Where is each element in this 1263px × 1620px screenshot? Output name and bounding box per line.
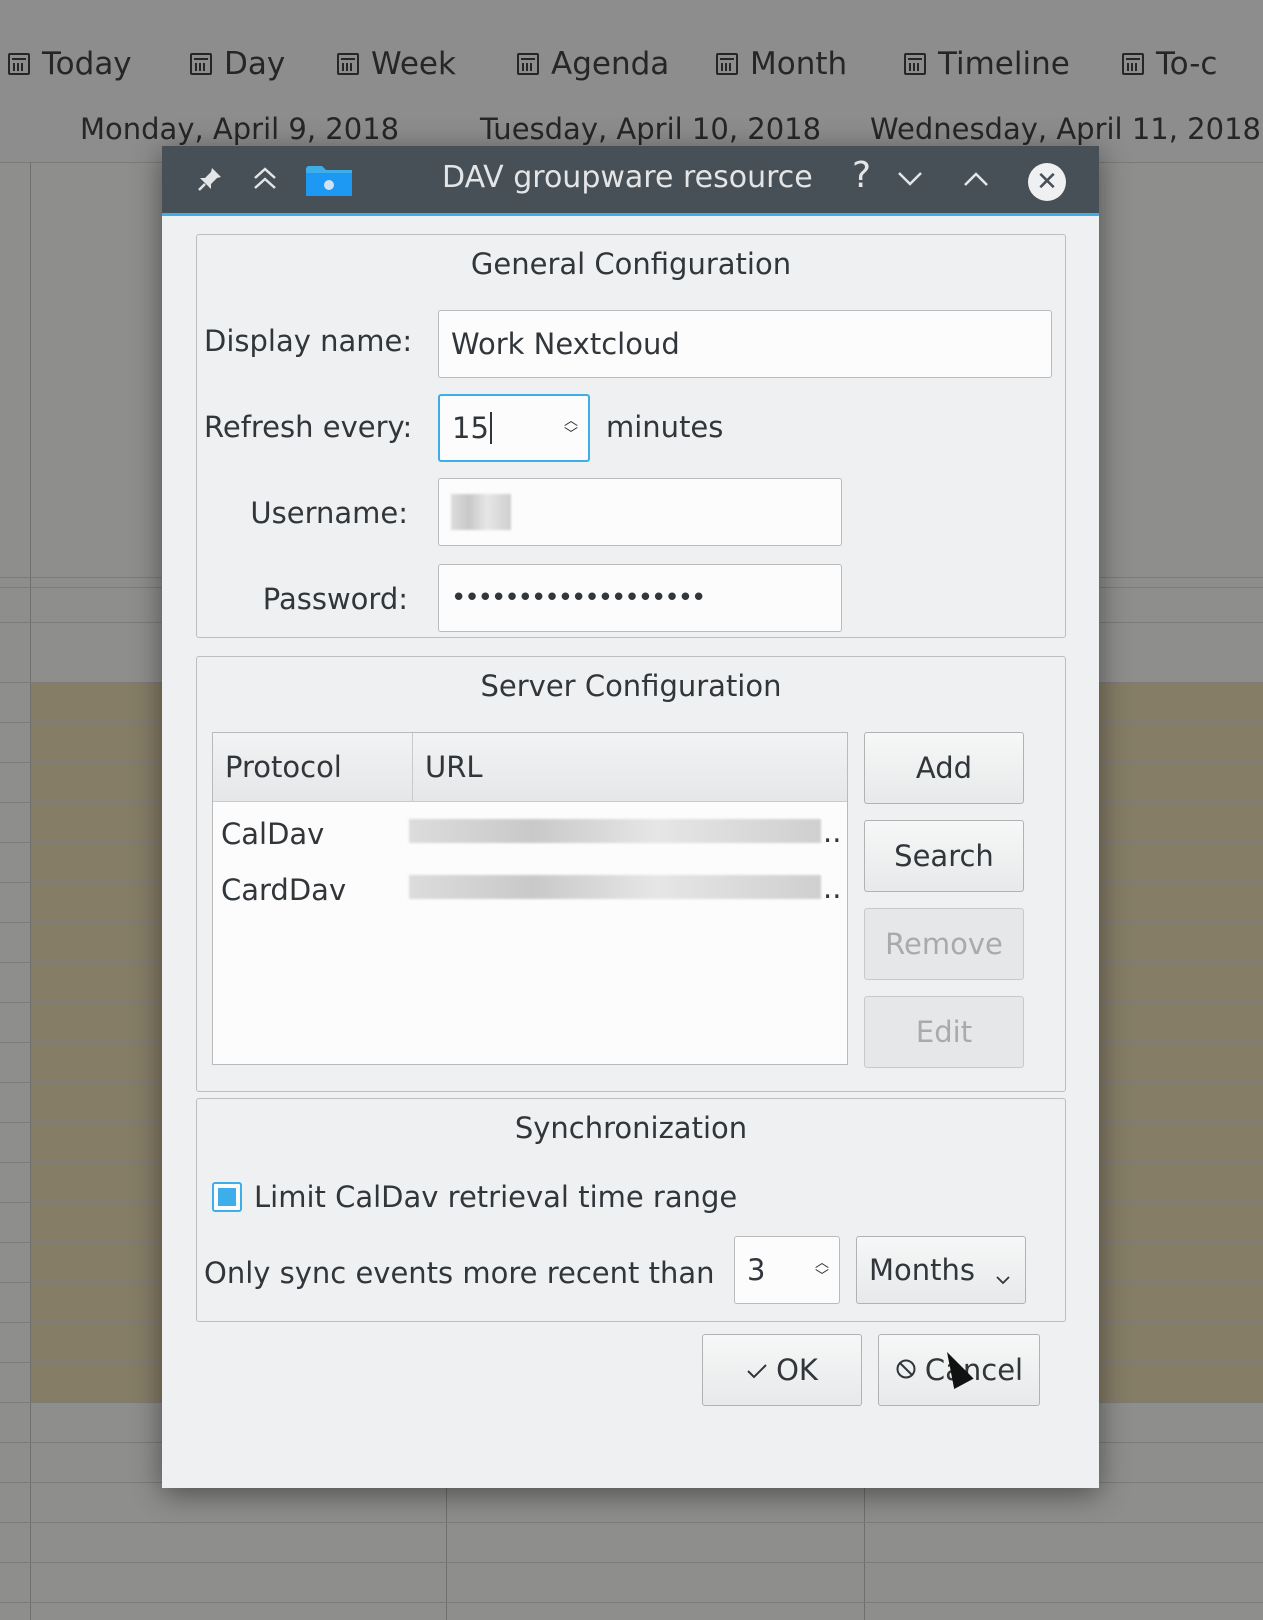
help-icon[interactable]: ? bbox=[852, 158, 871, 194]
password-input[interactable]: ••••••••••••••••••• bbox=[438, 564, 842, 632]
grid-divider bbox=[0, 1522, 1263, 1523]
username-input[interactable] bbox=[438, 478, 842, 546]
grid-divider bbox=[0, 1602, 1263, 1603]
checkmark-icon bbox=[746, 1353, 768, 1387]
calendar-today-icon bbox=[8, 53, 30, 75]
protocol-cell: CardDav bbox=[221, 873, 347, 907]
date-column-header: Tuesday, April 10, 2018 bbox=[480, 112, 822, 146]
spin-arrows-icon[interactable]: ︿ ﹀ bbox=[815, 1256, 829, 1284]
minimize-icon[interactable] bbox=[896, 168, 924, 195]
timeline-icon bbox=[904, 53, 926, 75]
pin-icon[interactable] bbox=[197, 166, 223, 197]
url-ellipsis: .. bbox=[823, 871, 842, 905]
grid-divider bbox=[0, 1562, 1263, 1563]
server-table[interactable]: Protocol URL CalDav .. CardDav .. bbox=[212, 732, 848, 1065]
remove-button[interactable]: Remove bbox=[864, 908, 1024, 980]
redacted-username bbox=[451, 494, 511, 530]
sync-range-spinbox[interactable]: 3 ︿ ﹀ bbox=[734, 1236, 840, 1304]
redacted-url bbox=[409, 819, 821, 843]
refresh-label: Refresh every: bbox=[204, 410, 413, 444]
dav-resource-dialog: DAV groupware resource ? ✕ General Confi… bbox=[162, 146, 1099, 1488]
username-label: Username: bbox=[250, 496, 408, 530]
dialog-titlebar[interactable]: DAV groupware resource ? ✕ bbox=[162, 146, 1099, 216]
password-label: Password: bbox=[262, 582, 408, 616]
display-name-input[interactable]: Work Nextcloud bbox=[438, 310, 1052, 378]
calendar-toolbar: Today Day Week Agenda Month Timeline To-… bbox=[0, 0, 1263, 110]
today-button[interactable]: Today bbox=[8, 46, 132, 82]
timeline-view-button[interactable]: Timeline bbox=[904, 46, 1070, 82]
display-name-label: Display name: bbox=[204, 324, 413, 358]
ok-button[interactable]: OK bbox=[702, 1334, 862, 1406]
search-button[interactable]: Search bbox=[864, 820, 1024, 892]
day-view-button[interactable]: Day bbox=[190, 46, 285, 82]
column-header-protocol[interactable]: Protocol bbox=[213, 733, 413, 801]
chevron-down-icon bbox=[995, 1259, 1011, 1293]
todo-view-button[interactable]: To-c bbox=[1122, 46, 1217, 82]
calendar-month-icon bbox=[716, 53, 738, 75]
date-column-header: Wednesday, April 11, 2018 bbox=[870, 112, 1261, 146]
group-title: Synchronization bbox=[514, 1111, 748, 1145]
add-button[interactable]: Add bbox=[864, 732, 1024, 804]
protocol-cell: CalDav bbox=[221, 817, 325, 851]
calendar-day-icon bbox=[190, 53, 212, 75]
group-title: Server Configuration bbox=[480, 669, 782, 703]
agenda-view-button[interactable]: Agenda bbox=[517, 46, 669, 82]
dialog-title: DAV groupware resource bbox=[442, 160, 813, 195]
calendar-week-icon bbox=[337, 53, 359, 75]
edit-button[interactable]: Edit bbox=[864, 996, 1024, 1068]
date-column-header: Monday, April 9, 2018 bbox=[80, 112, 400, 146]
close-icon[interactable]: ✕ bbox=[1028, 163, 1066, 201]
redacted-url bbox=[409, 875, 821, 899]
todo-icon bbox=[1122, 53, 1144, 75]
group-title: General Configuration bbox=[470, 247, 792, 281]
limit-caldav-checkbox[interactable] bbox=[212, 1182, 242, 1212]
column-header-url[interactable]: URL bbox=[413, 733, 847, 801]
keep-above-icon[interactable] bbox=[250, 164, 280, 199]
table-header: Protocol URL bbox=[213, 733, 847, 802]
text-caret bbox=[489, 412, 492, 444]
url-ellipsis: .. bbox=[823, 815, 842, 849]
agenda-icon bbox=[517, 53, 539, 75]
cancel-icon bbox=[895, 1353, 917, 1387]
folder-icon bbox=[306, 164, 352, 196]
maximize-icon[interactable] bbox=[962, 168, 990, 195]
time-unit-dropdown[interactable]: Months bbox=[856, 1236, 1026, 1304]
checkbox-fill bbox=[218, 1188, 236, 1206]
limit-caldav-label[interactable]: Limit CalDav retrieval time range bbox=[254, 1180, 737, 1214]
spin-arrows-icon[interactable]: ︿ ﹀ bbox=[564, 414, 578, 442]
only-sync-label: Only sync events more recent than bbox=[204, 1256, 715, 1290]
refresh-interval-spinbox[interactable]: 15 ︿ ﹀ bbox=[438, 394, 590, 462]
refresh-unit-label: minutes bbox=[606, 410, 724, 444]
week-view-button[interactable]: Week bbox=[337, 46, 456, 82]
month-view-button[interactable]: Month bbox=[716, 46, 847, 82]
